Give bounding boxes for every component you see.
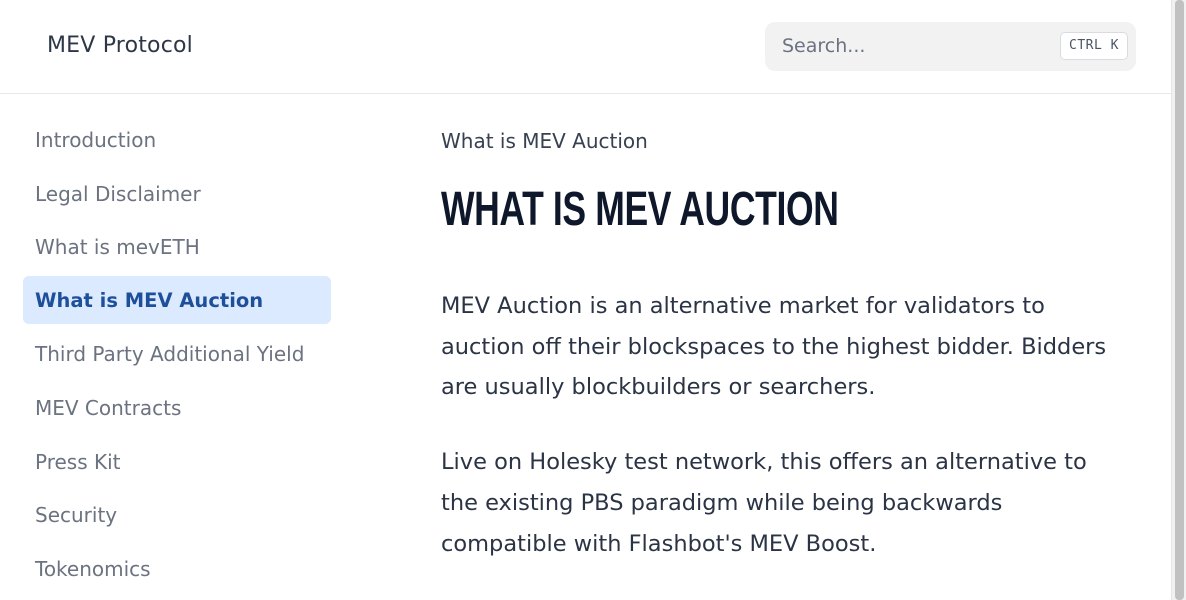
sidebar-nav: Introduction Legal Disclaimer What is me… bbox=[23, 115, 331, 597]
search-placeholder: Search... bbox=[782, 35, 866, 57]
main-content: What is MEV Auction What is MEV Auction … bbox=[441, 128, 1121, 564]
top-header: MEV Protocol Search... CTRL K bbox=[0, 0, 1171, 94]
paragraph-holesky: Live on Holesky test network, this offer… bbox=[441, 449, 1087, 557]
paragraph-intro: MEV Auction is an alternative market for… bbox=[441, 293, 1107, 401]
sidebar-item-label: MEV Contracts bbox=[35, 395, 182, 420]
search-shortcut-badge: CTRL K bbox=[1060, 32, 1128, 60]
sidebar-item-label: Legal Disclaimer bbox=[35, 181, 201, 206]
search-input[interactable]: Search... CTRL K bbox=[765, 22, 1136, 71]
sidebar-item-label: What is mevETH bbox=[35, 235, 200, 260]
sidebar-item-what-is-meveth[interactable]: What is mevETH bbox=[23, 222, 331, 270]
sidebar-item-security[interactable]: Security bbox=[23, 490, 331, 538]
breadcrumb: What is MEV Auction bbox=[441, 129, 648, 153]
docs-page: MEV Protocol Search... CTRL K Introducti… bbox=[0, 0, 1171, 600]
page-scrollbar[interactable] bbox=[1171, 0, 1186, 600]
sidebar-item-label: Third Party Additional Yield bbox=[35, 342, 305, 367]
sidebar-item-label: Introduction bbox=[35, 128, 157, 152]
sidebar-item-introduction[interactable]: Introduction bbox=[23, 115, 331, 163]
scrollbar-thumb[interactable] bbox=[1175, 0, 1184, 600]
site-logo-text[interactable]: MEV Protocol bbox=[47, 33, 193, 58]
sidebar-item-label: What is MEV Auction bbox=[35, 288, 264, 312]
sidebar-item-label: Tokenomics bbox=[35, 556, 151, 581]
sidebar-item-press-kit[interactable]: Press Kit bbox=[23, 437, 331, 485]
sidebar-item-label: Security bbox=[35, 503, 118, 528]
sidebar-item-legal-disclaimer[interactable]: Legal Disclaimer bbox=[23, 169, 331, 217]
viewport: MEV Protocol Search... CTRL K Introducti… bbox=[0, 0, 1186, 600]
page-title: What is MEV Auction bbox=[441, 183, 839, 236]
sidebar-item-mev-contracts[interactable]: MEV Contracts bbox=[23, 383, 331, 431]
sidebar-item-label: Press Kit bbox=[35, 449, 121, 474]
sidebar-item-what-is-mev-auction[interactable]: What is MEV Auction bbox=[23, 275, 331, 324]
sidebar-item-third-party-additional-yield[interactable]: Third Party Additional Yield bbox=[23, 329, 331, 377]
sidebar-item-tokenomics[interactable]: Tokenomics bbox=[23, 544, 331, 592]
